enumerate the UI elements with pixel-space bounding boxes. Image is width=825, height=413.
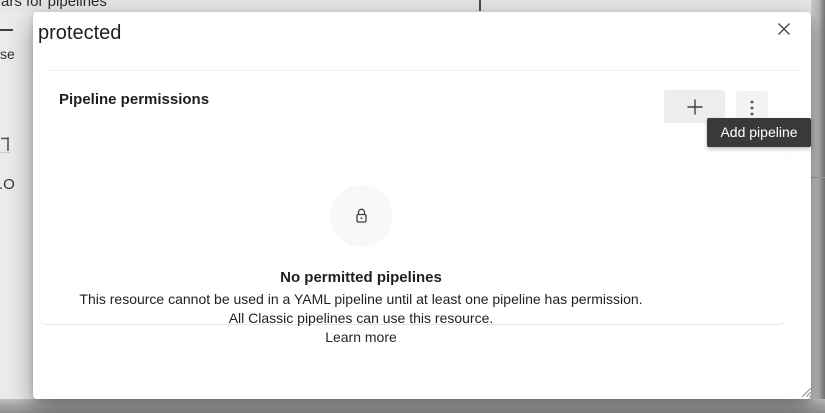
- background-divider-fragment: [0, 29, 13, 31]
- zero-state-title: No permitted pipelines: [40, 269, 682, 287]
- section-heading: Pipeline permissions: [59, 91, 209, 108]
- close-button[interactable]: [769, 14, 799, 44]
- plus-icon: [686, 98, 704, 116]
- zero-state-description-line2: All Classic pipelines can use this resou…: [40, 309, 682, 328]
- page-background-right: [811, 0, 825, 413]
- zero-state-description-line1: This resource cannot be used in a YAML p…: [40, 290, 682, 309]
- close-icon: [777, 22, 791, 36]
- resize-handle-icon[interactable]: [799, 385, 811, 397]
- background-divider-fragment: [811, 177, 825, 178]
- background-text-fragment: .O: [0, 176, 15, 193]
- background-text-fragment: se: [0, 46, 15, 62]
- lock-icon: [353, 207, 370, 225]
- background-text-fragment: ars for pipelines: [1, 0, 107, 10]
- background-column-divider: [479, 0, 481, 11]
- lock-circle: [330, 185, 392, 247]
- background-glyph-fragment: [1, 137, 11, 153]
- kebab-menu-icon: [749, 99, 755, 117]
- page-background-top: [0, 0, 825, 12]
- zero-state: No permitted pipelines This resource can…: [40, 185, 682, 347]
- add-pipeline-tooltip: Add pipeline: [707, 118, 811, 147]
- pipeline-permissions-panel: protected Pipeline permissions: [33, 12, 811, 399]
- pipeline-permissions-card: Pipeline permissions No permitted pip: [39, 72, 786, 325]
- header-divider: [47, 70, 799, 71]
- page-background-bottom: [0, 399, 825, 413]
- background-divider-fragment: [0, 152, 10, 153]
- learn-more-link[interactable]: Learn more: [325, 328, 397, 347]
- panel-title: protected: [38, 21, 121, 45]
